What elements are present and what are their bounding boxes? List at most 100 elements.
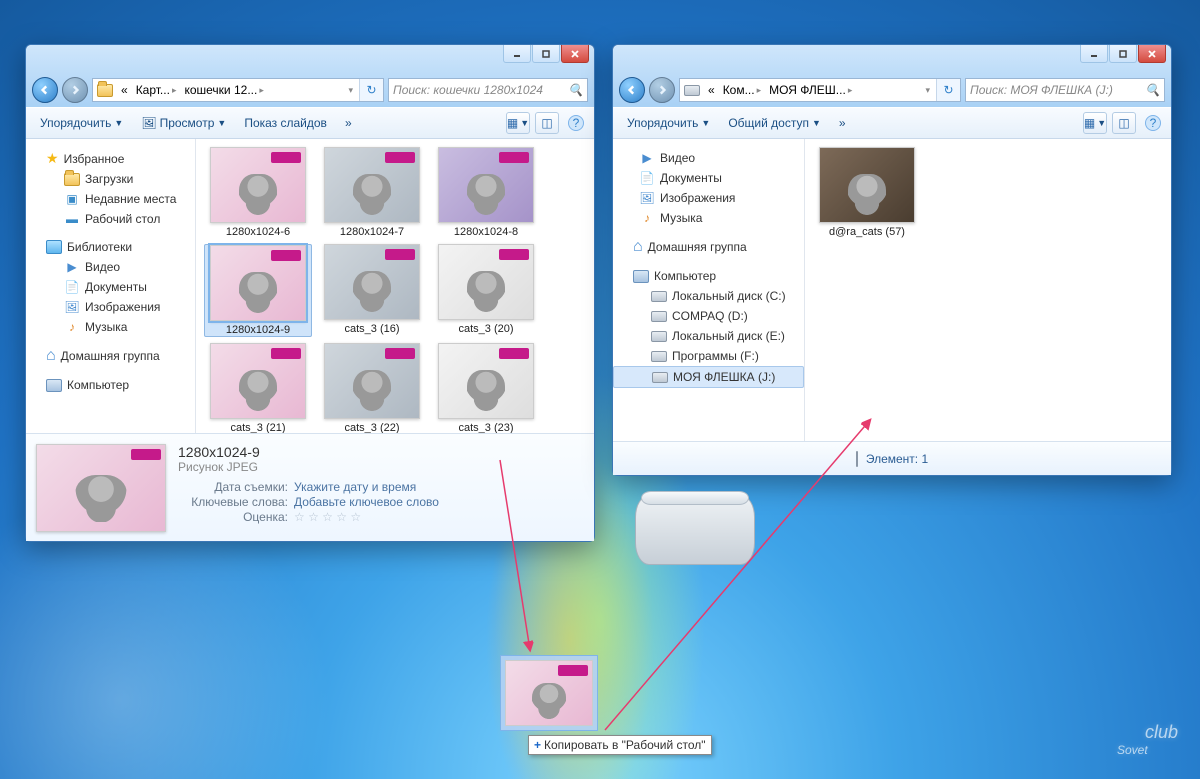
share-button[interactable]: Общий доступ▼ bbox=[720, 112, 829, 134]
refresh-button[interactable]: ↻ bbox=[936, 78, 960, 102]
crumb-2[interactable]: МОЯ ФЛЕШ...▸ bbox=[765, 79, 856, 101]
preview-image bbox=[36, 444, 166, 532]
crumb-1[interactable]: Ком...▸ bbox=[719, 79, 765, 101]
breadcrumb[interactable]: « Карт...▸ кошечки 12...▸ ▾ ↻ bbox=[92, 78, 384, 102]
computer-icon bbox=[46, 377, 62, 393]
details-pane: 1280x1024-9 Рисунок JPEG Дата съемки:Ука… bbox=[26, 433, 594, 541]
tree-images[interactable]: 🖼Изображения bbox=[613, 188, 804, 208]
tree-recent[interactable]: ▣Недавние места bbox=[26, 189, 195, 209]
file-thumb[interactable]: 1280x1024-6 bbox=[204, 147, 312, 238]
status-drive-icon bbox=[856, 452, 858, 466]
search-input[interactable]: Поиск: кошечки 1280x1024🔍 bbox=[388, 78, 588, 102]
view-mode-button[interactable]: ▦▼ bbox=[1083, 112, 1107, 134]
recent-icon: ▣ bbox=[64, 191, 80, 207]
maximize-button[interactable] bbox=[1109, 45, 1137, 63]
drive-icon bbox=[682, 80, 702, 100]
maximize-button[interactable] bbox=[532, 45, 560, 63]
file-thumb[interactable]: cats_3 (16) bbox=[318, 244, 426, 337]
tree-documents[interactable]: 📄Документы bbox=[26, 277, 195, 297]
tree-images[interactable]: 🖼Изображения bbox=[26, 297, 195, 317]
tree-drive-c[interactable]: Локальный диск (C:) bbox=[613, 286, 804, 306]
minimize-button[interactable] bbox=[503, 45, 531, 63]
tree-computer[interactable]: Компьютер bbox=[26, 375, 195, 395]
help-button[interactable]: ? bbox=[1141, 112, 1165, 134]
homegroup-icon: ⌂ bbox=[633, 238, 643, 256]
file-thumb[interactable]: 1280x1024-8 bbox=[432, 147, 540, 238]
file-thumb[interactable]: cats_3 (21) bbox=[204, 343, 312, 433]
forward-button[interactable] bbox=[62, 77, 88, 103]
crumb-prefix[interactable]: « bbox=[117, 79, 132, 101]
nav-tree[interactable]: ★Избранное Загрузки ▣Недавние места ▬Раб… bbox=[26, 139, 196, 433]
back-button[interactable] bbox=[619, 77, 645, 103]
breadcrumb[interactable]: « Ком...▸ МОЯ ФЛЕШ...▸ ▾ ↻ bbox=[679, 78, 961, 102]
close-button[interactable] bbox=[1138, 45, 1166, 63]
search-icon: 🔍 bbox=[568, 83, 583, 97]
tree-libraries[interactable]: Библиотеки bbox=[26, 237, 195, 257]
explorer-window-2: « Ком...▸ МОЯ ФЛЕШ...▸ ▾ ↻ Поиск: МОЯ ФЛ… bbox=[612, 44, 1172, 476]
close-button[interactable] bbox=[561, 45, 589, 63]
refresh-button[interactable]: ↻ bbox=[359, 78, 383, 102]
tree-video[interactable]: ▶Видео bbox=[26, 257, 195, 277]
explorer-body: ★Избранное Загрузки ▣Недавние места ▬Раб… bbox=[26, 139, 594, 433]
tree-drive-f[interactable]: Программы (F:) bbox=[613, 346, 804, 366]
tree-music[interactable]: ♪Музыка bbox=[26, 317, 195, 337]
crumb-prefix[interactable]: « bbox=[704, 79, 719, 101]
tree-drive-j[interactable]: МОЯ ФЛЕШКА (J:) bbox=[613, 366, 804, 388]
plus-icon: + bbox=[534, 738, 541, 752]
tree-video[interactable]: ▶Видео bbox=[613, 148, 804, 168]
drag-tooltip: + Копировать в "Рабочий стол" bbox=[528, 735, 712, 755]
crumb-1[interactable]: Карт...▸ bbox=[132, 79, 181, 101]
image-icon: 🖼 bbox=[64, 299, 80, 315]
tree-favorites[interactable]: ★Избранное bbox=[26, 148, 195, 169]
file-thumb[interactable]: d@ra_cats (57) bbox=[813, 147, 921, 238]
file-grid[interactable]: 1280x1024-6 1280x1024-7 1280x1024-8 1280… bbox=[196, 139, 594, 433]
help-button[interactable]: ? bbox=[564, 112, 588, 134]
nav-tree[interactable]: ▶Видео 📄Документы 🖼Изображения ♪Музыка ⌂… bbox=[613, 139, 805, 441]
tree-homegroup[interactable]: ⌂Домашняя группа bbox=[613, 236, 804, 258]
back-button[interactable] bbox=[32, 77, 58, 103]
toolbar-more[interactable]: » bbox=[831, 112, 854, 134]
tree-downloads[interactable]: Загрузки bbox=[26, 169, 195, 189]
forward-button[interactable] bbox=[649, 77, 675, 103]
tree-homegroup[interactable]: ⌂Домашняя группа bbox=[26, 345, 195, 367]
file-thumb[interactable]: cats_3 (20) bbox=[432, 244, 540, 337]
search-input[interactable]: Поиск: МОЯ ФЛЕШКА (J:)🔍 bbox=[965, 78, 1165, 102]
slideshow-button[interactable]: Показ слайдов bbox=[236, 112, 335, 134]
tree-computer[interactable]: Компьютер bbox=[613, 266, 804, 286]
status-bar: Элемент: 1 bbox=[613, 441, 1171, 475]
file-thumb[interactable]: cats_3 (23) bbox=[432, 343, 540, 433]
organize-button[interactable]: Упорядочить▼ bbox=[32, 112, 131, 134]
file-thumb[interactable]: 1280x1024-7 bbox=[318, 147, 426, 238]
search-icon: 🔍 bbox=[1145, 83, 1160, 97]
titlebar[interactable] bbox=[26, 45, 594, 73]
toolbar: Упорядочить▼ Общий доступ▼ » ▦▼ ◫ ? bbox=[613, 107, 1171, 139]
homegroup-icon: ⌂ bbox=[46, 347, 56, 365]
image-icon: 🖼 bbox=[639, 190, 655, 206]
preview-pane-button[interactable]: ◫ bbox=[1112, 112, 1136, 134]
tree-documents[interactable]: 📄Документы bbox=[613, 168, 804, 188]
nav-row: « Ком...▸ МОЯ ФЛЕШ...▸ ▾ ↻ Поиск: МОЯ ФЛ… bbox=[613, 73, 1171, 107]
tree-drive-e[interactable]: Локальный диск (E:) bbox=[613, 326, 804, 346]
minimize-button[interactable] bbox=[1080, 45, 1108, 63]
computer-icon bbox=[633, 268, 649, 284]
view-mode-button[interactable]: ▦▼ bbox=[506, 112, 530, 134]
hdd-icon bbox=[651, 288, 667, 304]
details-tags-label: Ключевые слова: bbox=[178, 495, 288, 509]
file-grid[interactable]: d@ra_cats (57) bbox=[805, 139, 1171, 441]
details-rating-stars[interactable]: ☆ ☆ ☆ ☆ ☆ bbox=[294, 510, 361, 524]
crumb-2[interactable]: кошечки 12...▸ bbox=[180, 79, 267, 101]
preview-button[interactable]: 🖼 Просмотр▼ bbox=[133, 112, 234, 134]
details-tags-value[interactable]: Добавьте ключевое слово bbox=[294, 495, 439, 509]
toolbar-more[interactable]: » bbox=[337, 112, 360, 134]
file-thumb-selected[interactable]: 1280x1024-9 bbox=[204, 244, 312, 337]
tree-music[interactable]: ♪Музыка bbox=[613, 208, 804, 228]
hdd-icon bbox=[651, 348, 667, 364]
organize-button[interactable]: Упорядочить▼ bbox=[619, 112, 718, 134]
file-thumb[interactable]: cats_3 (22) bbox=[318, 343, 426, 433]
details-date-value[interactable]: Укажите дату и время bbox=[294, 480, 416, 494]
tree-drive-d[interactable]: COMPAQ (D:) bbox=[613, 306, 804, 326]
tree-desktop[interactable]: ▬Рабочий стол bbox=[26, 209, 195, 229]
titlebar[interactable] bbox=[613, 45, 1171, 73]
drag-ghost bbox=[500, 655, 598, 731]
preview-pane-button[interactable]: ◫ bbox=[535, 112, 559, 134]
